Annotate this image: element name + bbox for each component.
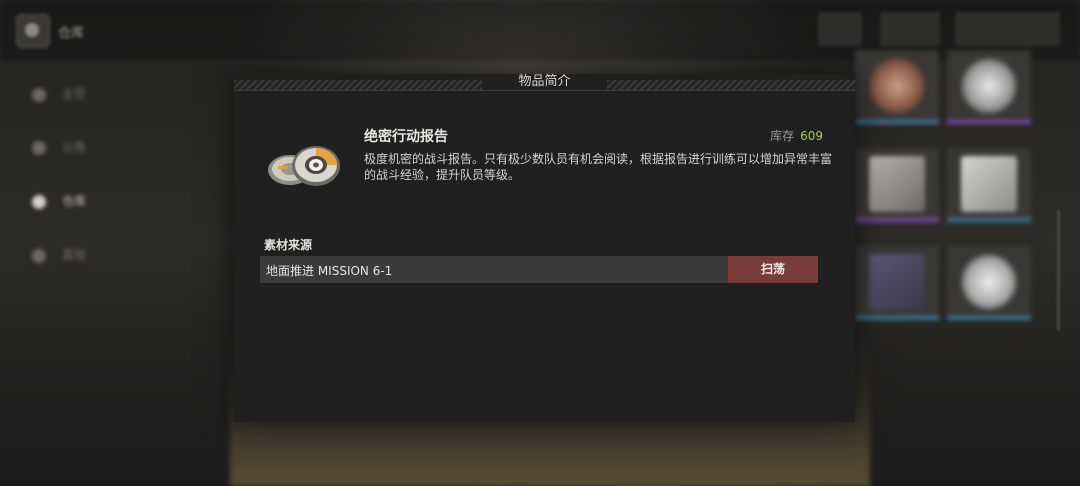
back-icon[interactable]: [880, 12, 940, 46]
sidebar-icon: [32, 140, 46, 155]
inventory-tile[interactable]: [855, 148, 939, 222]
inventory-tile[interactable]: [947, 148, 1031, 222]
inventory-tile[interactable]: [947, 246, 1031, 320]
sidebar-item[interactable]: 公告: [32, 138, 192, 178]
divider: [234, 90, 855, 91]
item-name: 绝密行动报告: [364, 129, 448, 145]
screen-title: 仓库: [58, 26, 85, 41]
item-info-modal: 物品简介 绝密行动报告 库存 609 极度机密的战斗报告。只有极少数队员有机会阅读…: [234, 74, 855, 422]
stock-label: 库存: [770, 129, 795, 143]
inventory-grid: [855, 50, 1055, 340]
classified-report-disc-icon: [268, 146, 340, 186]
stock-info: 库存 609: [770, 127, 823, 144]
scrollbar[interactable]: [1057, 210, 1060, 330]
source-heading: 素材来源: [264, 238, 313, 252]
home-icon[interactable]: [818, 12, 862, 46]
inventory-tile[interactable]: [947, 50, 1031, 124]
inventory-tile[interactable]: [855, 246, 939, 320]
app-logo-icon: [16, 14, 50, 48]
inventory-tile[interactable]: [855, 50, 939, 124]
sidebar-icon: [32, 248, 46, 263]
source-stage: 地面推进 MISSION 6-1: [266, 264, 393, 278]
sidebar-icon: [32, 87, 46, 102]
sidebar: 主页 公告 仓库 其他: [0, 60, 230, 486]
sidebar-item[interactable]: 主页: [32, 85, 192, 125]
sidebar-icon: [32, 194, 46, 209]
house-icon[interactable]: [955, 12, 1060, 46]
stock-value: 609: [800, 129, 823, 143]
item-description: 极度机密的战斗报告。只有极少数队员有机会阅读，根据报告进行训练可以增加异常丰富的…: [364, 152, 833, 182]
source-row: 地面推进 MISSION 6-1 扫荡: [260, 256, 818, 283]
sidebar-item-active[interactable]: 仓库: [32, 192, 192, 232]
modal-header: 物品简介: [234, 74, 855, 90]
sidebar-item[interactable]: 其他: [32, 246, 192, 286]
modal-title: 物品简介: [518, 74, 571, 89]
sweep-button[interactable]: 扫荡: [728, 256, 818, 283]
